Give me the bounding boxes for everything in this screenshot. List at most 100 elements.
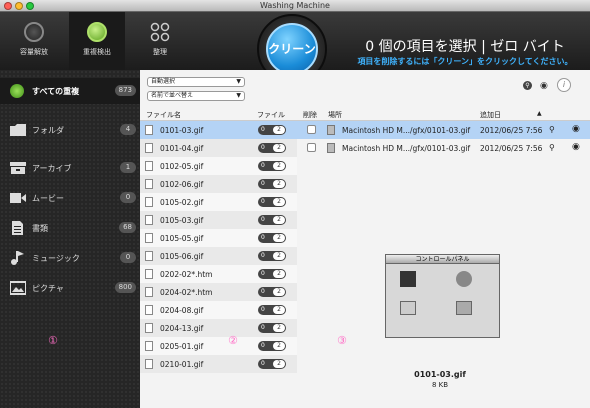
sort-value: 名前で並べ替え	[151, 92, 194, 99]
file-row[interactable]: 0105-05.gif 0 2	[140, 229, 297, 247]
column-added[interactable]: 追加日	[480, 110, 501, 120]
preview-item-icon	[400, 271, 416, 287]
file-row[interactable]: 0102-05.gif 0 2	[140, 157, 297, 175]
auto-select-dropdown[interactable]: 自動選択 ▼	[147, 77, 245, 87]
tab-capacity[interactable]: 容量解放	[6, 12, 62, 70]
chevron-down-icon: ▼	[236, 92, 241, 99]
file-icon	[145, 161, 153, 171]
file-row[interactable]: 0105-06.gif 0 2	[140, 247, 297, 265]
sidebar-item-movies[interactable]: ムービー 0	[0, 186, 140, 210]
file-icon	[145, 233, 153, 243]
sidebar-item-label: ムービー	[32, 194, 64, 203]
tab-duplicates[interactable]: 重複検出	[69, 12, 125, 70]
preview-item-icon	[456, 301, 472, 315]
sidebar-item-label: アーカイブ	[32, 164, 72, 173]
file-name: 0105-03.gif	[160, 216, 204, 225]
info-icon[interactable]: i	[557, 78, 571, 92]
file-icon	[145, 179, 153, 189]
column-delete[interactable]: 削除	[303, 110, 317, 120]
search-icon[interactable]: ⚲	[523, 81, 532, 90]
duplicate-count: 2	[273, 126, 285, 134]
file-preview: コントロールパネル	[385, 254, 500, 338]
close-window-button[interactable]	[4, 2, 12, 10]
main-panel: 自動選択 ▼ 名前で並べ替え ▼ ⚲ ◉ i ファイル名 ファイル 削除 場所 追加…	[140, 70, 590, 408]
file-row[interactable]: 0105-02.gif 0 2	[140, 193, 297, 211]
sort-dropdown[interactable]: 名前で並べ替え ▼	[147, 91, 245, 101]
music-icon	[10, 251, 26, 265]
duplicate-count: 2	[273, 270, 285, 278]
file-icon	[145, 359, 153, 369]
file-name: 0101-03.gif	[160, 126, 204, 135]
reveal-icon[interactable]: ⚲	[549, 125, 555, 134]
eye-icon[interactable]: ◉	[572, 124, 580, 134]
duplicate-row[interactable]: Macintosh HD M.../gfx/0101-03.gif 2012/0…	[297, 121, 590, 139]
clean-hint: 項目を削除するには「クリーン」をクリックしてください。	[357, 57, 573, 66]
sidebar-item-count: 873	[114, 85, 136, 96]
duplicate-count-toggle[interactable]: 02	[258, 143, 286, 153]
tab-organize[interactable]: 整理	[132, 12, 188, 70]
eye-icon[interactable]: ◉	[572, 142, 580, 152]
duplicate-count-toggle[interactable]: 02	[258, 305, 286, 315]
duplicate-count-toggle[interactable]: 02	[258, 197, 286, 207]
file-row[interactable]: 0202-02*.htm 0 2	[140, 265, 297, 283]
minimize-window-button[interactable]	[15, 2, 23, 10]
picture-icon	[9, 281, 27, 295]
sidebar-item-all-duplicates[interactable]: すべての重複 873	[0, 78, 140, 104]
capacity-icon	[24, 22, 44, 42]
duplicate-count-toggle[interactable]: 02	[258, 161, 286, 171]
file-name: 0204-08.gif	[160, 306, 204, 315]
sidebar-item-label: すべての重複	[32, 87, 80, 96]
tab-capacity-label: 容量解放	[20, 48, 48, 56]
column-files[interactable]: ファイル	[257, 110, 285, 120]
preview-file-name: 0101-03.gif	[414, 370, 466, 379]
duplicate-count-toggle[interactable]: 02	[258, 251, 286, 261]
file-row[interactable]: 0205-01.gif 0 2	[140, 337, 297, 355]
file-row[interactable]: 0101-04.gif 0 2	[140, 139, 297, 157]
duplicate-count-toggle[interactable]: 02	[258, 179, 286, 189]
column-name[interactable]: ファイル名	[146, 110, 181, 120]
sidebar-item-pictures[interactable]: ピクチャ 800	[0, 276, 140, 300]
reveal-icon[interactable]: ⚲	[549, 143, 555, 152]
file-name: 0205-01.gif	[160, 342, 204, 351]
file-icon	[145, 305, 153, 315]
marker-2: ②	[228, 334, 238, 347]
column-header: ファイル名 ファイル 削除 場所 追加日 ▲	[140, 109, 590, 121]
file-row[interactable]: 0204-08.gif 0 2	[140, 301, 297, 319]
globe-icon	[10, 84, 24, 98]
duplicate-count-toggle[interactable]: 02	[258, 359, 286, 369]
sidebar-item-label: ミュージック	[32, 254, 80, 263]
duplicate-count-toggle[interactable]: 02	[258, 323, 286, 333]
duplicate-count-toggle[interactable]: 02	[258, 269, 286, 279]
file-row[interactable]: 0102-06.gif 0 2	[140, 175, 297, 193]
window-title: Washing Machine	[260, 1, 330, 10]
duplicate-count-toggle[interactable]: 02	[258, 125, 286, 135]
sidebar-item-count: 800	[114, 282, 136, 293]
file-row[interactable]: 0210-01.gif 0 2	[140, 355, 297, 373]
file-icon	[145, 197, 153, 207]
duplicate-row[interactable]: Macintosh HD M.../gfx/0101-03.gif 2012/0…	[297, 139, 590, 157]
file-row[interactable]: 0204-02*.htm 0 2	[140, 283, 297, 301]
file-row[interactable]: 0204-13.gif 0 2	[140, 319, 297, 337]
delete-checkbox[interactable]	[307, 125, 316, 134]
duplicate-count-toggle[interactable]: 02	[258, 233, 286, 243]
duplicate-count: 2	[273, 198, 285, 206]
zoom-window-button[interactable]	[26, 2, 34, 10]
sidebar-item-folders[interactable]: フォルダ 4	[0, 118, 140, 142]
marker-3: ③	[337, 334, 347, 347]
duplicate-count-toggle[interactable]: 02	[258, 341, 286, 351]
sidebar-item-music[interactable]: ミュージック 0	[0, 246, 140, 270]
sidebar-item-documents[interactable]: 書類 68	[0, 216, 140, 240]
duplicate-count: 2	[273, 144, 285, 152]
column-location[interactable]: 場所	[328, 110, 342, 120]
duplicate-count-toggle[interactable]: 02	[258, 287, 286, 297]
sidebar-item-archives[interactable]: アーカイブ 1	[0, 156, 140, 180]
file-row[interactable]: 0105-03.gif 0 2	[140, 211, 297, 229]
sort-up-icon: ▲	[537, 110, 542, 117]
file-row[interactable]: 0101-03.gif 0 2	[140, 121, 297, 139]
eye-icon[interactable]: ◉	[540, 81, 548, 91]
file-icon	[145, 287, 153, 297]
duplicate-count-toggle[interactable]: 02	[258, 215, 286, 225]
tab-organize-label: 整理	[153, 48, 167, 56]
file-icon	[145, 323, 153, 333]
delete-checkbox[interactable]	[307, 143, 316, 152]
